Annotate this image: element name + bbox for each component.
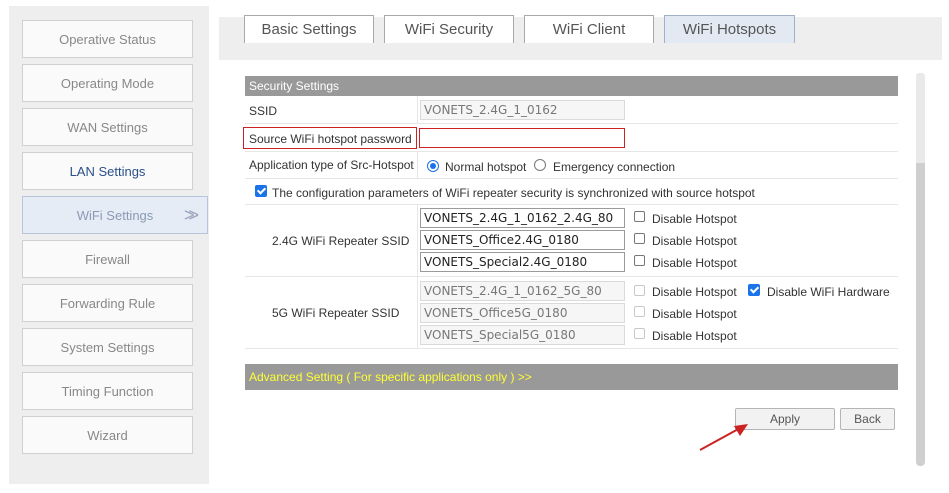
nav-system-settings[interactable]: System Settings bbox=[22, 328, 193, 366]
disable-hotspot-5g-3-checkbox[interactable] bbox=[634, 328, 645, 339]
disable-hotspot-label: Disable Hotspot bbox=[652, 329, 737, 343]
left-navigation: Operative Status Operating Mode WAN Sett… bbox=[9, 6, 209, 484]
repeater-24g-label: 2.4G WiFi Repeater SSID bbox=[272, 234, 410, 248]
disable-hotspot-label: Disable Hotspot bbox=[652, 285, 737, 299]
tab-wifi-hotspots[interactable]: WiFi Hotspots bbox=[664, 15, 795, 43]
repeater-5g-label: 5G WiFi Repeater SSID bbox=[272, 306, 400, 320]
nav-timing-function[interactable]: Timing Function bbox=[22, 372, 193, 410]
ssid-row: SSID VONETS_2.4G_1_0162 bbox=[245, 96, 898, 124]
ssid-24g-field-2[interactable]: VONETS_Office2.4G_0180 bbox=[420, 230, 625, 250]
disable-hotspot-24g-1-checkbox[interactable] bbox=[634, 211, 645, 222]
tab-basic-settings[interactable]: Basic Settings bbox=[244, 15, 374, 43]
disable-hotspot-label: Disable Hotspot bbox=[652, 307, 737, 321]
tab-wifi-client[interactable]: WiFi Client bbox=[524, 15, 654, 43]
emergency-connection-radio[interactable] bbox=[534, 159, 546, 171]
ssid-24g-field-3[interactable]: VONETS_Special2.4G_0180 bbox=[420, 252, 625, 272]
nav-label: WiFi Settings bbox=[76, 207, 154, 223]
nav-wizard[interactable]: Wizard bbox=[22, 416, 193, 454]
disable-hotspot-label: Disable Hotspot bbox=[652, 234, 737, 248]
tab-wifi-security[interactable]: WiFi Security bbox=[384, 15, 514, 43]
nav-label: System Settings bbox=[60, 339, 155, 355]
nav-label: Firewall bbox=[85, 251, 130, 267]
tab-label: WiFi Hotspots bbox=[682, 21, 777, 38]
nav-operating-mode[interactable]: Operating Mode bbox=[22, 64, 193, 102]
nav-forwarding-rule[interactable]: Forwarding Rule bbox=[22, 284, 193, 322]
column-divider bbox=[417, 205, 418, 277]
tab-label: WiFi Security bbox=[404, 21, 494, 38]
apptype-row: Application type of Src-Hotspot Normal h… bbox=[245, 152, 898, 179]
ssid-5g-field-2[interactable]: VONETS_Office5G_0180 bbox=[420, 303, 625, 323]
back-button[interactable]: Back bbox=[840, 408, 895, 430]
sync-checkbox[interactable] bbox=[255, 185, 267, 197]
scrollbar-thumb[interactable] bbox=[916, 73, 925, 163]
repeater-24g-row: 2.4G WiFi Repeater SSID VONETS_2.4G_1_01… bbox=[245, 205, 898, 277]
nav-label: Operating Mode bbox=[60, 75, 155, 91]
ssid-24g-field-1[interactable]: VONETS_2.4G_1_0162_2.4G_80 bbox=[420, 208, 625, 228]
disable-hotspot-label: Disable Hotspot bbox=[652, 212, 737, 226]
ssid-5g-field-3[interactable]: VONETS_Special5G_0180 bbox=[420, 325, 625, 345]
tab-label: WiFi Client bbox=[552, 21, 626, 38]
disable-hotspot-label: Disable Hotspot bbox=[652, 256, 737, 270]
nav-label: Timing Function bbox=[61, 383, 154, 399]
disable-hotspot-24g-3-checkbox[interactable] bbox=[634, 255, 645, 266]
nav-wifi-settings[interactable]: WiFi Settings >> bbox=[22, 196, 208, 234]
ssid-5g-field-1[interactable]: VONETS_2.4G_1_0162_5G_80 bbox=[420, 281, 625, 301]
annotation-arrow-icon bbox=[699, 424, 748, 451]
double-chevron-right-icon: >> bbox=[183, 205, 199, 225]
password-field[interactable] bbox=[419, 128, 625, 148]
nav-firewall[interactable]: Firewall bbox=[22, 240, 193, 278]
nav-label: Wizard bbox=[87, 427, 128, 443]
column-divider bbox=[417, 277, 418, 349]
tab-label: Basic Settings bbox=[261, 21, 357, 38]
security-settings-header: Security Settings bbox=[245, 76, 898, 96]
nav-lan-settings[interactable]: LAN Settings bbox=[22, 152, 193, 190]
disable-hotspot-5g-1-checkbox[interactable] bbox=[634, 285, 645, 296]
nav-label: Forwarding Rule bbox=[59, 295, 156, 311]
password-row: Source WiFi hotspot password bbox=[243, 124, 898, 152]
sync-row: The configuration parameters of WiFi rep… bbox=[245, 179, 898, 205]
apptype-label: Application type of Src-Hotspot bbox=[249, 158, 414, 172]
normal-hotspot-label: Normal hotspot bbox=[445, 160, 527, 174]
sync-label: The configuration parameters of WiFi rep… bbox=[272, 186, 755, 200]
disable-hotspot-24g-2-checkbox[interactable] bbox=[634, 233, 645, 244]
repeater-5g-row: 5G WiFi Repeater SSID VONETS_2.4G_1_0162… bbox=[245, 277, 898, 349]
nav-operative-status[interactable]: Operative Status bbox=[22, 20, 193, 58]
normal-hotspot-radio[interactable] bbox=[427, 160, 439, 172]
ssid-label: SSID bbox=[249, 104, 278, 118]
ssid-field[interactable]: VONETS_2.4G_1_0162 bbox=[420, 100, 625, 120]
nav-label: Operative Status bbox=[59, 31, 156, 47]
password-label: Source WiFi hotspot password bbox=[249, 132, 412, 146]
disable-wifi-hardware-checkbox[interactable] bbox=[748, 284, 760, 296]
emergency-connection-label: Emergency connection bbox=[553, 160, 676, 174]
disable-hotspot-5g-2-checkbox[interactable] bbox=[634, 306, 645, 317]
nav-label: WAN Settings bbox=[67, 119, 148, 135]
vertical-scrollbar[interactable] bbox=[916, 73, 925, 466]
column-divider bbox=[417, 152, 418, 179]
nav-wan-settings[interactable]: WAN Settings bbox=[22, 108, 193, 146]
disable-wifi-hardware-label: Disable WiFi Hardware bbox=[767, 285, 890, 299]
nav-label: LAN Settings bbox=[69, 163, 146, 179]
column-divider bbox=[417, 96, 418, 124]
advanced-setting-link[interactable]: Advanced Setting ( For specific applicat… bbox=[245, 364, 898, 390]
